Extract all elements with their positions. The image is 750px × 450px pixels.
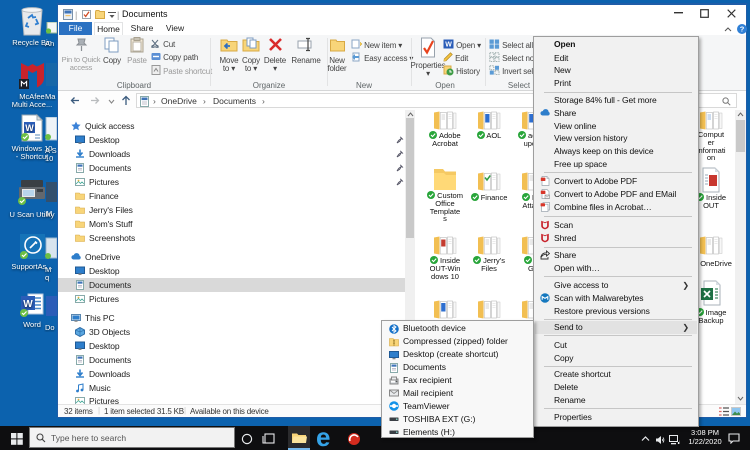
svg-text:W: W: [25, 123, 34, 133]
svg-text:?: ?: [740, 25, 745, 34]
svg-text:W: W: [23, 299, 33, 310]
svg-text:W: W: [445, 42, 452, 49]
